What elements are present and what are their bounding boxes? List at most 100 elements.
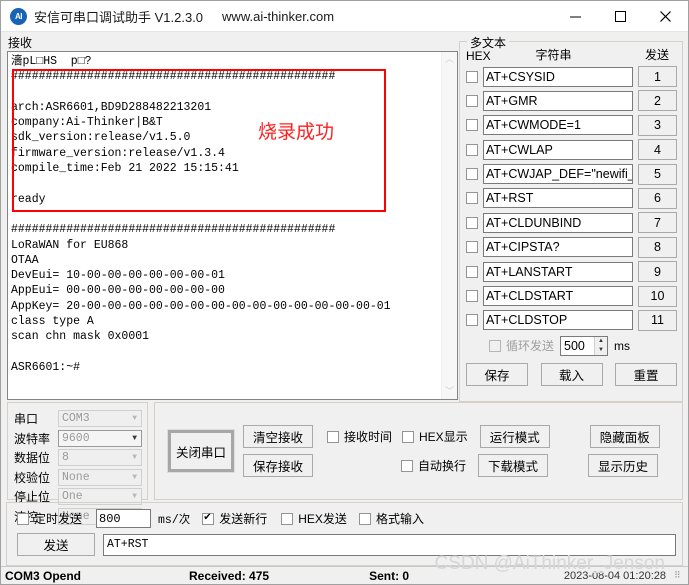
hex-display-checkbox-wrap[interactable]: HEX显示 <box>402 428 468 445</box>
multitext-row: AT+CLDSTOP 11 <box>466 309 677 331</box>
port-select[interactable]: COM3 ▼ <box>58 410 142 427</box>
command-input[interactable]: AT+LANSTART <box>483 261 633 282</box>
reset-button[interactable]: 重置 <box>615 362 677 386</box>
sent-count: Sent: 0 <box>369 568 410 583</box>
port-row-baud: 波特率 9600 ▼ <box>14 429 142 447</box>
send-slot-button[interactable]: 5 <box>638 163 677 185</box>
maximize-icon[interactable] <box>598 1 643 32</box>
close-icon[interactable] <box>643 1 688 32</box>
hex-display-checkbox[interactable] <box>402 430 415 443</box>
loop-interval-stepper[interactable]: ▲ ▼ <box>594 336 608 355</box>
operations-row-1: 清空接收 接收时间 HEX显示 运行模式 隐藏面板 <box>243 425 660 448</box>
hex-checkbox[interactable] <box>466 94 478 107</box>
timed-send-checkbox-wrap[interactable]: 定时发送 <box>17 510 82 527</box>
parity-select[interactable]: None ▼ <box>58 468 142 486</box>
hex-checkbox[interactable] <box>466 70 478 83</box>
timed-send-checkbox[interactable] <box>17 512 29 525</box>
hex-checkbox[interactable] <box>466 216 478 229</box>
hex-display-label: HEX显示 <box>419 430 468 444</box>
command-input[interactable]: AT+CWLAP <box>483 139 633 160</box>
baud-select[interactable]: 9600 ▼ <box>58 429 142 447</box>
loop-interval-input[interactable]: 500 ▲ ▼ <box>560 335 609 356</box>
save-receive-button[interactable]: 保存接收 <box>243 454 313 477</box>
operations-columns: 清空接收 接收时间 HEX显示 运行模式 隐藏面板 保存接收 自动换行 下载模式… <box>243 425 660 477</box>
receive-textarea[interactable]: 濇pL□HS p□? #############################… <box>7 51 458 400</box>
hide-panel-button[interactable]: 隐藏面板 <box>589 425 660 448</box>
multitext-actions: 保存 载入 重置 <box>466 362 677 386</box>
header-string: 字符串 <box>535 48 572 62</box>
command-input[interactable]: AT+RST <box>483 188 633 209</box>
send-slot-button[interactable]: 6 <box>638 187 677 209</box>
minimize-icon[interactable] <box>553 1 598 32</box>
show-history-button[interactable]: 显示历史 <box>588 454 659 477</box>
command-input[interactable]: AT+CLDUNBIND <box>483 212 633 233</box>
hex-checkbox[interactable] <box>466 168 478 181</box>
format-input-checkbox-wrap[interactable]: 格式输入 <box>358 510 424 527</box>
loop-interval-value: 500 <box>564 338 585 353</box>
command-input[interactable]: AT+CWMODE=1 <box>483 115 633 136</box>
resize-grip-icon[interactable]: ⠿ <box>674 571 684 581</box>
send-newline-label: 发送新行 <box>219 512 268 526</box>
send-slot-button[interactable]: 11 <box>638 309 677 331</box>
scroll-down-icon[interactable]: ﹀ <box>445 387 454 396</box>
send-newline-checkbox[interactable] <box>202 512 215 525</box>
hex-checkbox[interactable] <box>466 192 478 205</box>
send-input[interactable]: AT+RST <box>103 533 676 556</box>
receive-panel: 接收 濇pL□HS p□? ##########################… <box>1 32 459 402</box>
loop-send-checkbox[interactable] <box>489 339 501 352</box>
received-count: Received: 475 <box>189 568 270 583</box>
send-newline-checkbox-wrap[interactable]: 发送新行 <box>202 510 267 527</box>
run-mode-button[interactable]: 运行模式 <box>479 425 550 448</box>
auto-newline-checkbox[interactable] <box>401 459 413 472</box>
databits-select[interactable]: 8 ▼ <box>58 449 142 467</box>
hex-checkbox[interactable] <box>466 143 478 156</box>
hex-send-checkbox[interactable] <box>281 512 294 525</box>
recv-time-checkbox-wrap[interactable]: 接收时间 <box>327 428 392 445</box>
hex-send-checkbox-wrap[interactable]: HEX发送 <box>281 510 347 527</box>
send-button[interactable]: 发送 <box>17 533 95 556</box>
send-slot-button[interactable]: 4 <box>638 139 677 161</box>
receive-scrollbar[interactable]: ︿ ﹀ <box>441 52 457 399</box>
annotation-text: 烧录成功 <box>258 121 335 143</box>
auto-newline-checkbox-wrap[interactable]: 自动换行 <box>401 457 466 474</box>
send-slot-button[interactable]: 8 <box>638 236 677 258</box>
hex-checkbox[interactable] <box>466 314 478 327</box>
send-options-row: 定时发送 800 ms/次 发送新行 HEX发送 格式输入 <box>7 503 682 528</box>
send-slot-button[interactable]: 10 <box>638 285 677 307</box>
command-input[interactable]: AT+CLDSTART <box>483 286 633 307</box>
hex-checkbox[interactable] <box>466 290 478 303</box>
recv-time-label: 接收时间 <box>344 430 393 444</box>
receive-text-content: 濇pL□HS p□? #############################… <box>11 55 391 374</box>
send-panel: 定时发送 800 ms/次 发送新行 HEX发送 格式输入 <box>6 502 683 566</box>
send-slot-button[interactable]: 3 <box>638 114 677 136</box>
format-input-checkbox[interactable] <box>358 512 371 525</box>
send-interval-input[interactable]: 800 <box>96 509 152 528</box>
send-slot-button[interactable]: 7 <box>638 212 677 234</box>
stepper-up-icon[interactable]: ▲ <box>595 337 607 346</box>
auto-newline-label: 自动换行 <box>418 459 467 473</box>
send-slot-button[interactable]: 1 <box>638 66 677 87</box>
command-input[interactable]: AT+CSYSID <box>483 66 633 87</box>
save-button[interactable]: 保存 <box>466 362 528 386</box>
send-slot-button[interactable]: 2 <box>638 90 677 112</box>
hex-checkbox[interactable] <box>466 265 478 278</box>
command-input[interactable]: AT+CLDSTOP <box>483 310 633 331</box>
hex-checkbox[interactable] <box>466 241 478 254</box>
recv-time-checkbox[interactable] <box>327 430 339 443</box>
stepper-down-icon[interactable]: ▼ <box>595 346 607 355</box>
download-mode-button[interactable]: 下载模式 <box>478 454 549 477</box>
hex-send-label: HEX发送 <box>298 512 347 526</box>
hex-checkbox[interactable] <box>466 119 478 132</box>
load-button[interactable]: 载入 <box>540 362 603 386</box>
command-input[interactable]: AT+GMR <box>483 90 633 111</box>
chevron-down-icon: ▼ <box>132 414 137 423</box>
port-label: 串口 <box>14 412 39 426</box>
close-port-button[interactable]: 关闭串口 <box>167 429 235 473</box>
command-input[interactable]: AT+CWJAP_DEF="newifi_ <box>483 164 633 185</box>
port-settings-panel: 串口 COM3 ▼ 波特率 9600 ▼ 数据位 8 ▼ 校验位 None ▼ … <box>7 402 148 525</box>
command-input[interactable]: AT+CIPSTA? <box>483 237 633 258</box>
clear-receive-button[interactable]: 清空接收 <box>243 425 313 448</box>
scroll-up-icon[interactable]: ︿ <box>445 55 454 64</box>
upper-section: 接收 濇pL□HS p□? ##########################… <box>1 32 688 402</box>
send-slot-button[interactable]: 9 <box>638 261 677 283</box>
